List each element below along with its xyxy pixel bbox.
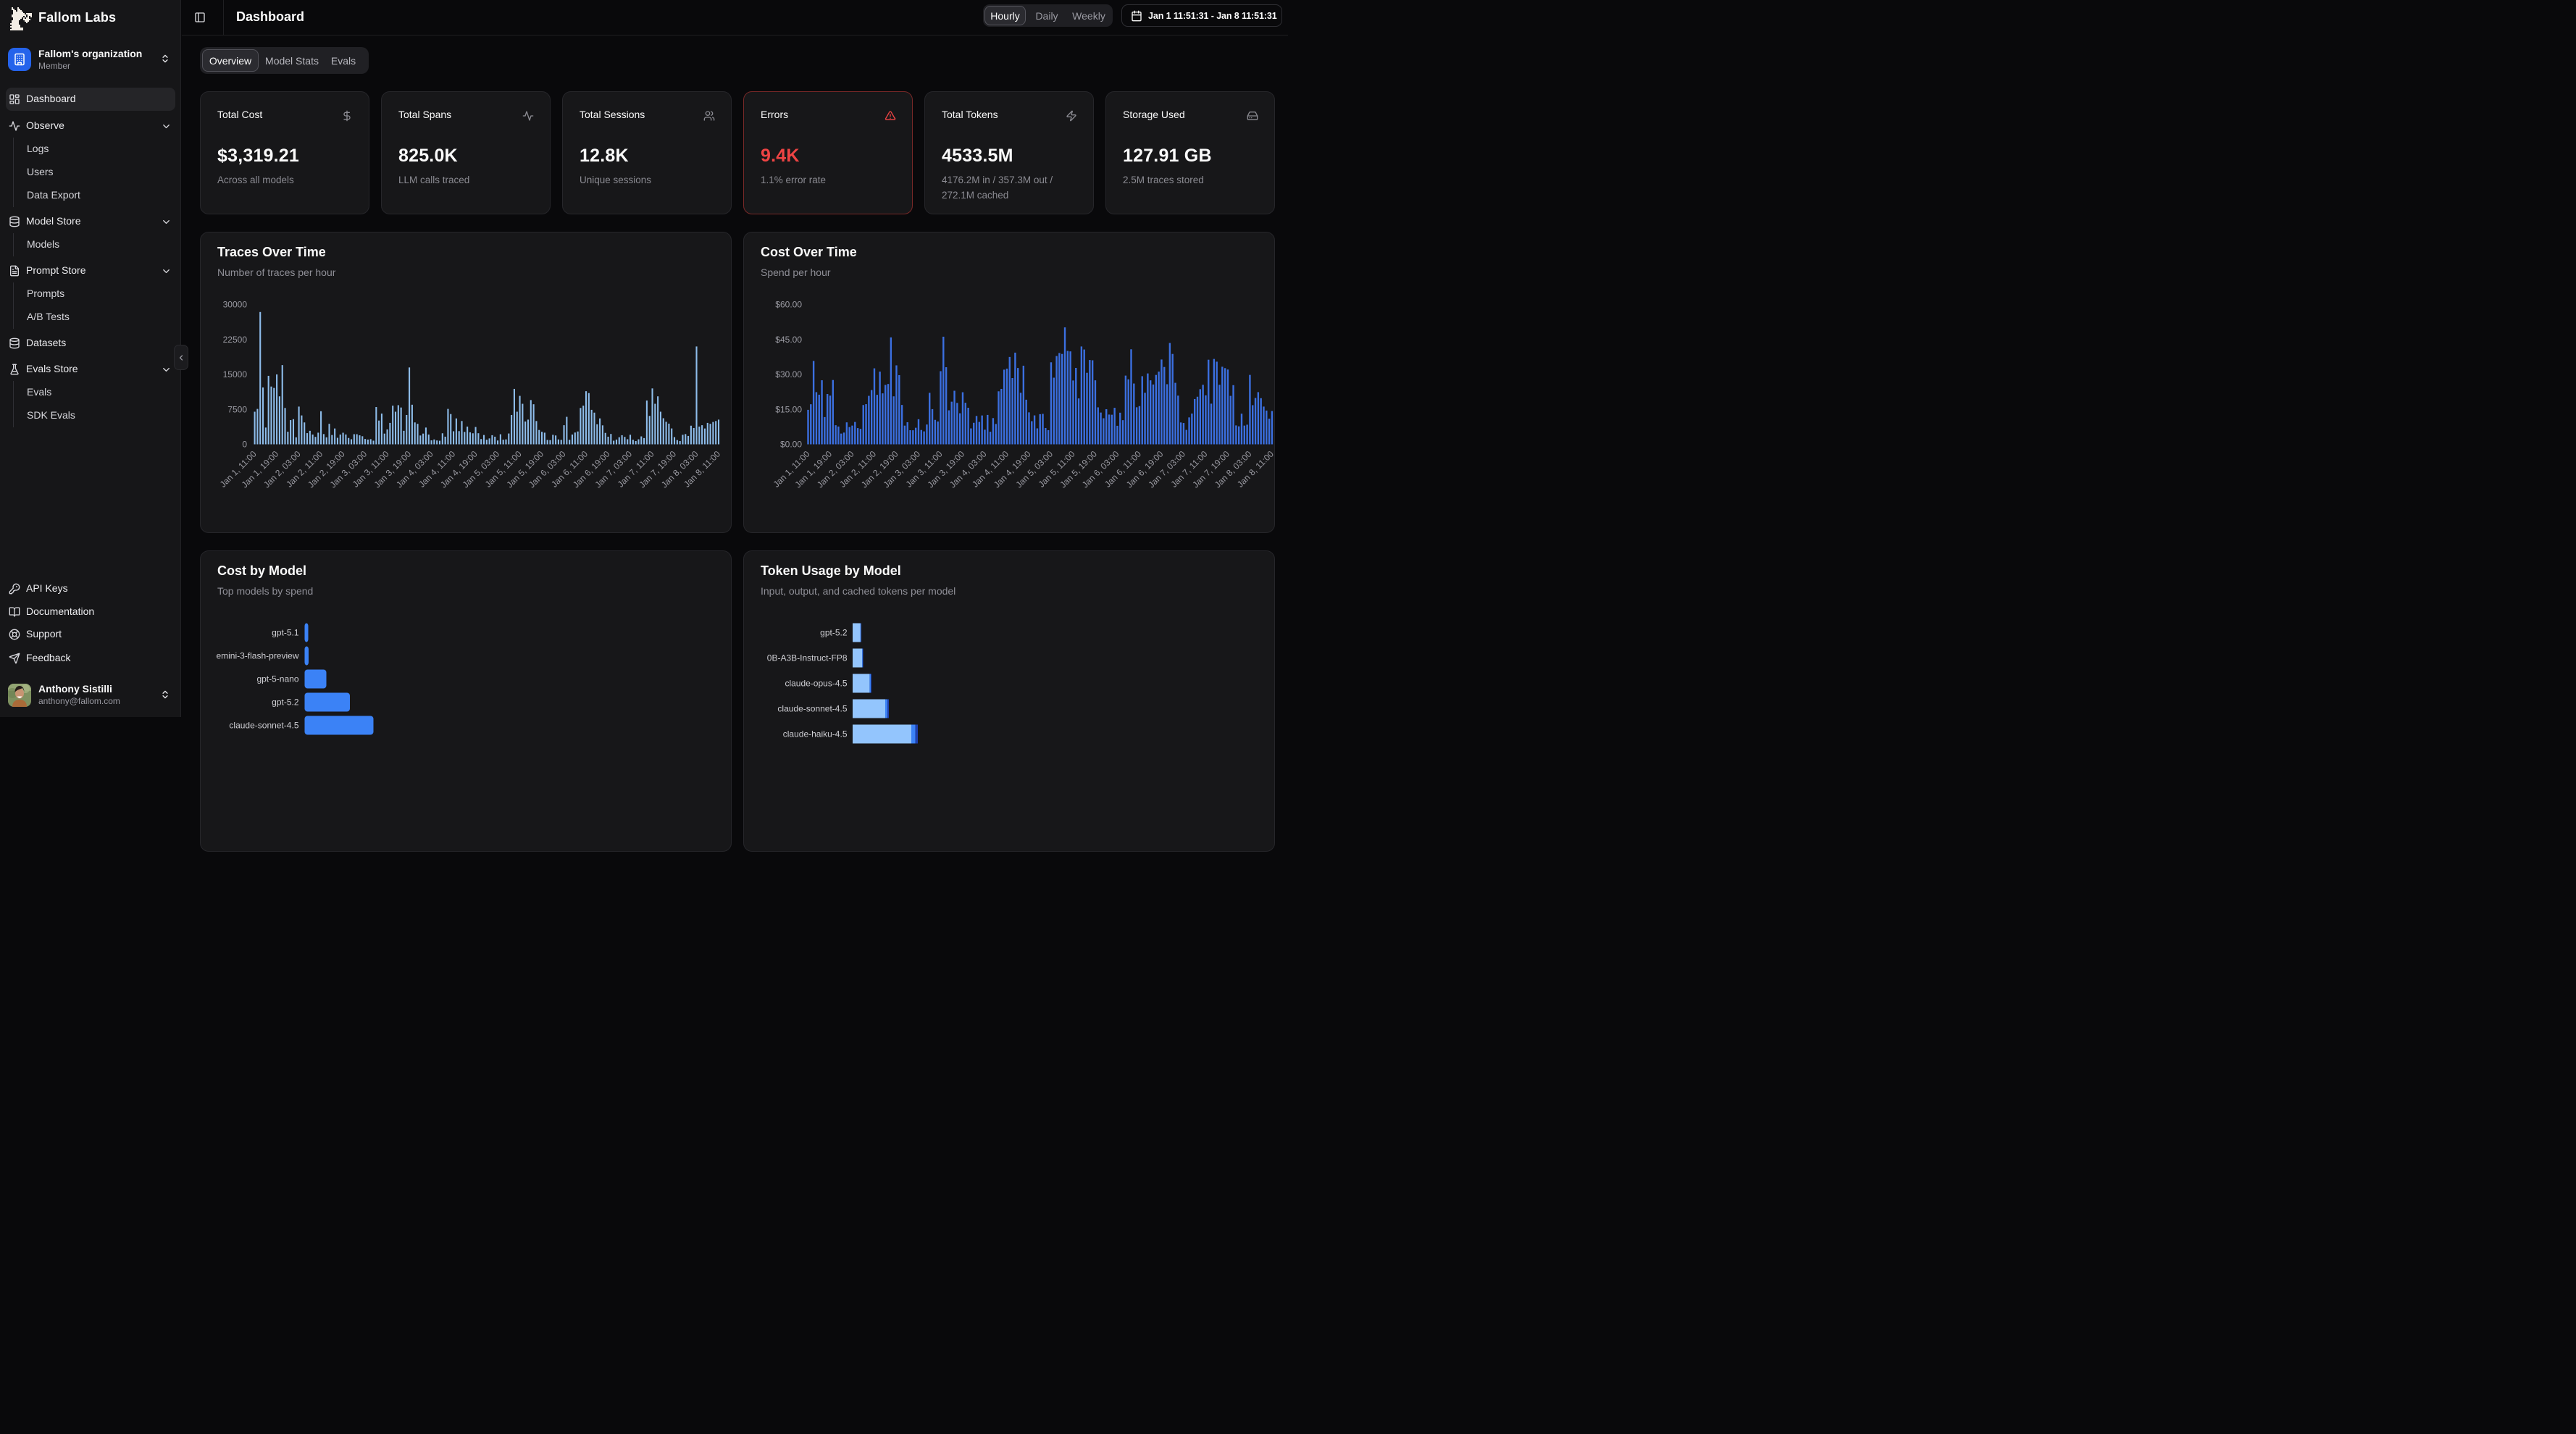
- svg-text:$45.00: $45.00: [775, 335, 802, 345]
- svg-text:claude-sonnet-4.5: claude-sonnet-4.5: [229, 721, 298, 731]
- svg-text:7500: 7500: [227, 404, 247, 414]
- svg-text:gpt-5.2: gpt-5.2: [820, 628, 848, 638]
- svg-text:gemini-3-flash-preview: gemini-3-flash-preview: [212, 651, 299, 661]
- svg-text:0: 0: [242, 440, 247, 450]
- svg-text:$0.00: $0.00: [780, 440, 802, 450]
- svg-text:claude-sonnet-4.5: claude-sonnet-4.5: [777, 704, 847, 714]
- svg-text:$30.00: $30.00: [775, 369, 802, 380]
- svg-text:30000: 30000: [223, 300, 248, 310]
- svg-text:gpt-5.1: gpt-5.1: [272, 628, 299, 638]
- svg-text:0B-A3B-Instruct-FP8: 0B-A3B-Instruct-FP8: [767, 653, 848, 663]
- svg-text:gpt-5.2: gpt-5.2: [272, 697, 299, 708]
- svg-text:gpt-5-nano: gpt-5-nano: [256, 674, 298, 684]
- svg-text:claude-haiku-4.5: claude-haiku-4.5: [783, 729, 848, 739]
- svg-text:15000: 15000: [223, 369, 248, 380]
- svg-text:claude-opus-4.5: claude-opus-4.5: [785, 679, 847, 689]
- svg-text:$60.00: $60.00: [775, 300, 802, 310]
- svg-text:$15.00: $15.00: [775, 404, 802, 414]
- svg-text:22500: 22500: [223, 335, 248, 345]
